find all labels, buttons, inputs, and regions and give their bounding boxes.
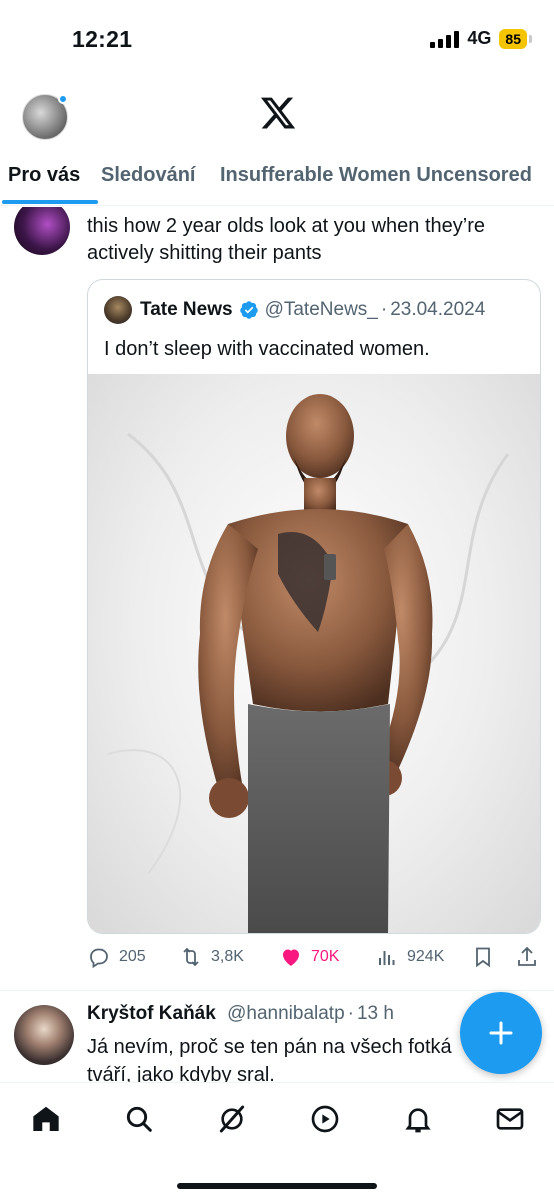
notification-dot: [58, 94, 68, 104]
search-icon[interactable]: [123, 1103, 155, 1135]
quoted-author-handle: @TateNews_: [264, 299, 378, 320]
post-author-avatar[interactable]: [14, 1005, 74, 1065]
home-icon[interactable]: [30, 1103, 62, 1135]
share-icon[interactable]: [515, 945, 539, 969]
network-type: 4G: [467, 28, 492, 48]
grok-icon[interactable]: [216, 1103, 248, 1135]
bottom-navigation: [0, 1082, 554, 1200]
status-time: 12:21: [72, 26, 133, 52]
timeline-tabs: Pro vás Sledování Insufferable Women Unc…: [0, 150, 554, 206]
signal-icon: [430, 30, 460, 48]
post-author-handle: @hannibalatp: [227, 1003, 345, 1024]
x-logo-icon[interactable]: [259, 94, 297, 132]
reply-count: 205: [119, 948, 146, 965]
quoted-author-avatar: [104, 296, 132, 324]
status-bar: 12:21 4G 85: [0, 0, 554, 80]
repost-button[interactable]: 3,8K: [179, 945, 244, 969]
quoted-post-text: I don’t sleep with vaccinated women.: [104, 338, 430, 360]
plus-icon: [489, 1021, 513, 1045]
post-text: Já nevím, proč se ten pán na všech fotká…: [87, 1036, 452, 1082]
post-divider: [0, 990, 554, 991]
app-header: [0, 80, 554, 150]
quoted-post-image[interactable]: [88, 374, 540, 933]
heart-icon: [283, 949, 299, 966]
post-actions: 205 3,8K 70K 924K: [87, 945, 541, 971]
video-icon[interactable]: [309, 1103, 341, 1135]
quoted-post[interactable]: Tate News @TateNews_ · 23.04.2024 I don’…: [87, 279, 541, 934]
verified-badge-icon: [239, 301, 258, 319]
repost-count: 3,8K: [211, 948, 244, 965]
quoted-author-name: Tate News: [140, 299, 233, 320]
compose-button[interactable]: [460, 992, 542, 1074]
view-count: 924K: [407, 948, 445, 965]
tab-for-you[interactable]: Pro vás: [8, 164, 80, 187]
messages-icon[interactable]: [494, 1103, 526, 1135]
repost-icon: [183, 947, 199, 967]
bookmark-icon[interactable]: [471, 945, 495, 969]
notifications-icon[interactable]: [402, 1103, 434, 1135]
views-icon: [379, 951, 395, 965]
views-button[interactable]: 924K: [375, 945, 444, 969]
post-author-name[interactable]: Kryštof Kaňák: [87, 1003, 216, 1024]
post-text: this how 2 year olds look at you when th…: [87, 215, 485, 264]
active-tab-indicator: [2, 200, 98, 204]
home-indicator: [177, 1183, 377, 1189]
battery-level: 85: [499, 28, 527, 49]
quoted-post-header: Tate News @TateNews_ · 23.04.2024: [104, 296, 485, 324]
like-button[interactable]: 70K: [279, 945, 339, 969]
post-author-avatar[interactable]: [14, 207, 70, 255]
reply-button[interactable]: 205: [87, 945, 146, 969]
photo-figure: [107, 394, 510, 933]
status-indicators: 4G 85: [430, 28, 532, 49]
timeline-feed: this how 2 year olds look at you when th…: [0, 207, 554, 1082]
like-count: 70K: [311, 948, 340, 965]
post-header: Kryštof Kaňák @hannibalatp · 13 h: [87, 1003, 394, 1025]
battery-icon: 85: [499, 28, 532, 49]
post-time: 13 h: [356, 1003, 394, 1024]
tab-list[interactable]: Insufferable Women Uncensored: [220, 164, 532, 187]
quoted-post-date: 23.04.2024: [390, 299, 486, 320]
reply-icon: [90, 948, 108, 969]
separator-dot: ·: [380, 299, 388, 320]
tab-following[interactable]: Sledování: [101, 164, 195, 187]
separator-dot: ·: [347, 1003, 354, 1024]
